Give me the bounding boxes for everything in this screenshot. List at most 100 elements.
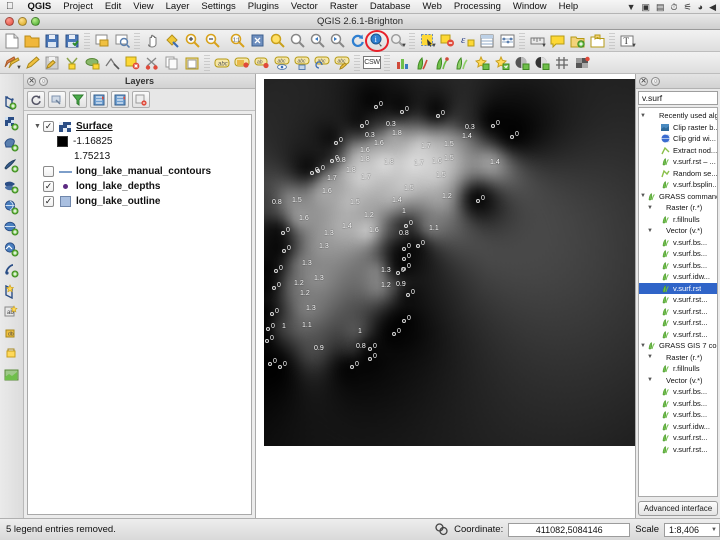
volume-icon[interactable]: ◀ [709,2,716,13]
toolbox-tree-item[interactable]: ▼ Raster (r.*) [639,352,717,364]
toggle-editing-icon[interactable] [22,53,42,73]
menu-item-edit[interactable]: Edit [99,0,127,14]
new-bookmark-icon[interactable] [567,31,587,51]
toolbox-tree-item[interactable]: v.surf.bs... [639,237,717,249]
move-feature-icon[interactable] [82,53,102,73]
metasearch-csw-icon[interactable]: CSW [362,53,382,73]
zoom-actual-size-icon[interactable]: 1:1 [227,31,247,51]
filter-legend-by-expression-icon[interactable] [69,91,87,108]
twisty-icon[interactable]: ▼ [646,228,654,234]
add-wcs-layer-icon[interactable] [2,239,22,259]
node-tool-icon[interactable] [102,53,122,73]
toolbox-tree-item[interactable]: v.surf.rst... [639,444,717,456]
zoom-last-icon[interactable] [307,31,327,51]
copy-features-icon[interactable] [162,53,182,73]
add-oracle-layer-icon[interactable] [2,281,22,301]
add-delimited-text-layer-icon[interactable] [2,134,22,154]
timemachine-icon[interactable]: ⏱ [671,2,678,13]
minimize-button[interactable] [18,17,27,26]
paste-features-icon[interactable] [182,53,202,73]
add-postgis-layer-icon[interactable] [2,155,22,175]
apple-logo-icon[interactable]:  [6,1,14,12]
grid-icon[interactable] [552,53,572,73]
toolbox-tree-item[interactable]: v.surf.bsplin... [639,179,717,191]
toolbox-tree-item[interactable]: v.surf.bs... [639,260,717,272]
twisty-icon[interactable]: ▼ [639,343,647,349]
grass-display-icon[interactable] [452,53,472,73]
menu-item-project[interactable]: Project [57,0,99,14]
identify-features-icon[interactable]: i [365,29,389,52]
grass-region-icon[interactable] [392,53,412,73]
twisty-icon[interactable]: ▼ [639,193,647,199]
menu-item-database[interactable]: Database [364,0,417,14]
toolbox-tree-item[interactable]: ▼ Raster (r.*) [639,202,717,214]
toolbox-tree-item[interactable]: v.surf.rst... [639,432,717,444]
displays-icon[interactable]: ▣ [642,2,651,13]
toolbox-tree[interactable]: ▼ Recently used algorithmsClip raster b..… [638,107,718,497]
refresh-icon[interactable] [347,31,367,51]
toolbox-tree-item[interactable]: ▼ GRASS GIS 7 commands [639,340,717,352]
grass-close-mapset-icon[interactable] [512,53,532,73]
filter-legend-by-map-icon[interactable] [48,91,66,108]
toolbox-tree-item[interactable]: Extract nod... [639,145,717,157]
statistical-summary-icon[interactable] [497,31,517,51]
georeferencer-icon[interactable] [572,53,592,73]
collapse-all-icon[interactable] [111,91,129,108]
show-bookmarks-icon[interactable] [587,31,607,51]
twisty-icon[interactable]: ▼ [32,123,43,130]
toolbox-tree-item[interactable]: v.surf.rst... [639,306,717,318]
toolbox-tree-item[interactable]: v.surf.bs... [639,386,717,398]
menu-item-settings[interactable]: Settings [195,0,241,14]
toolbox-tree-item[interactable]: Clip grid wi... [639,133,717,145]
panel-undock-icon[interactable]: ○ [651,77,660,86]
layer-visibility-checkbox[interactable] [43,181,54,192]
layer-visibility-checkbox[interactable] [43,166,54,177]
twisty-icon[interactable]: ▼ [646,377,654,383]
pan-to-selection-icon[interactable] [162,31,182,51]
measure-line-icon[interactable]: ▼ [387,31,407,51]
grass-tools-icon[interactable] [432,53,452,73]
panel-close-icon[interactable]: ✕ [27,77,36,86]
composer-manager-icon[interactable] [112,31,132,51]
expand-all-icon[interactable] [90,91,108,108]
toolbox-tree-item[interactable]: v.surf.bs... [639,248,717,260]
menu-item-raster[interactable]: Raster [324,0,364,14]
twisty-icon[interactable]: ▼ [639,113,647,119]
scale-value[interactable]: 1:8,406 ▼ [664,522,720,537]
grass-edit-icon[interactable] [412,53,432,73]
menu-item-layer[interactable]: Layer [160,0,196,14]
save-layer-edits-icon[interactable] [42,53,62,73]
menu-item-web[interactable]: Web [417,0,448,14]
grass-new-vector-icon[interactable] [532,53,552,73]
layer-item-surface[interactable]: ▼ Surface [30,119,249,134]
menu-item-plugins[interactable]: Plugins [242,0,285,14]
save-project-icon[interactable] [42,31,62,51]
zoom-next-icon[interactable] [327,31,347,51]
add-mssql-layer-icon[interactable] [2,197,22,217]
toolbox-search-input[interactable]: v.surf [638,91,718,105]
close-button[interactable] [5,17,14,26]
layer-item-long-lake-outline[interactable]: long_lake_outline [30,194,249,209]
layer-item-long-lake-manual-contours[interactable]: long_lake_manual_contours [30,164,249,179]
new-project-icon[interactable] [2,31,22,51]
move-label-icon[interactable]: abc [292,53,312,73]
toolbox-tree-item[interactable]: r.fillnulls [639,363,717,375]
layer-item-long-lake-depths[interactable]: long_lake_depths [30,179,249,194]
toolbox-tree-item[interactable]: v.surf.rst – ... [639,156,717,168]
pin-labels-icon[interactable]: ab [252,53,272,73]
new-print-composer-icon[interactable] [92,31,112,51]
menu-item-help[interactable]: Help [553,0,585,14]
advanced-interface-button[interactable]: Advanced interface [638,501,718,516]
new-vector-layer-icon[interactable]: ab [2,302,22,322]
dropbox-icon[interactable]: ▼ [627,2,636,12]
chevron-down-icon[interactable]: ▼ [711,527,717,533]
layers-tree[interactable]: ▼ Surface -1.16825 1.75213 [27,114,252,515]
add-raster-layer-icon[interactable] [2,113,22,133]
layer-visibility-checkbox[interactable] [43,196,54,207]
layer-visibility-checkbox[interactable] [43,121,54,132]
menu-item-qgis[interactable]: QGIS [22,0,58,14]
add-spatialite-layer-icon[interactable] [2,176,22,196]
chevron-down-icon[interactable]: ▼ [401,43,407,49]
menu-item-window[interactable]: Window [507,0,553,14]
twisty-icon[interactable]: ▼ [646,205,654,211]
